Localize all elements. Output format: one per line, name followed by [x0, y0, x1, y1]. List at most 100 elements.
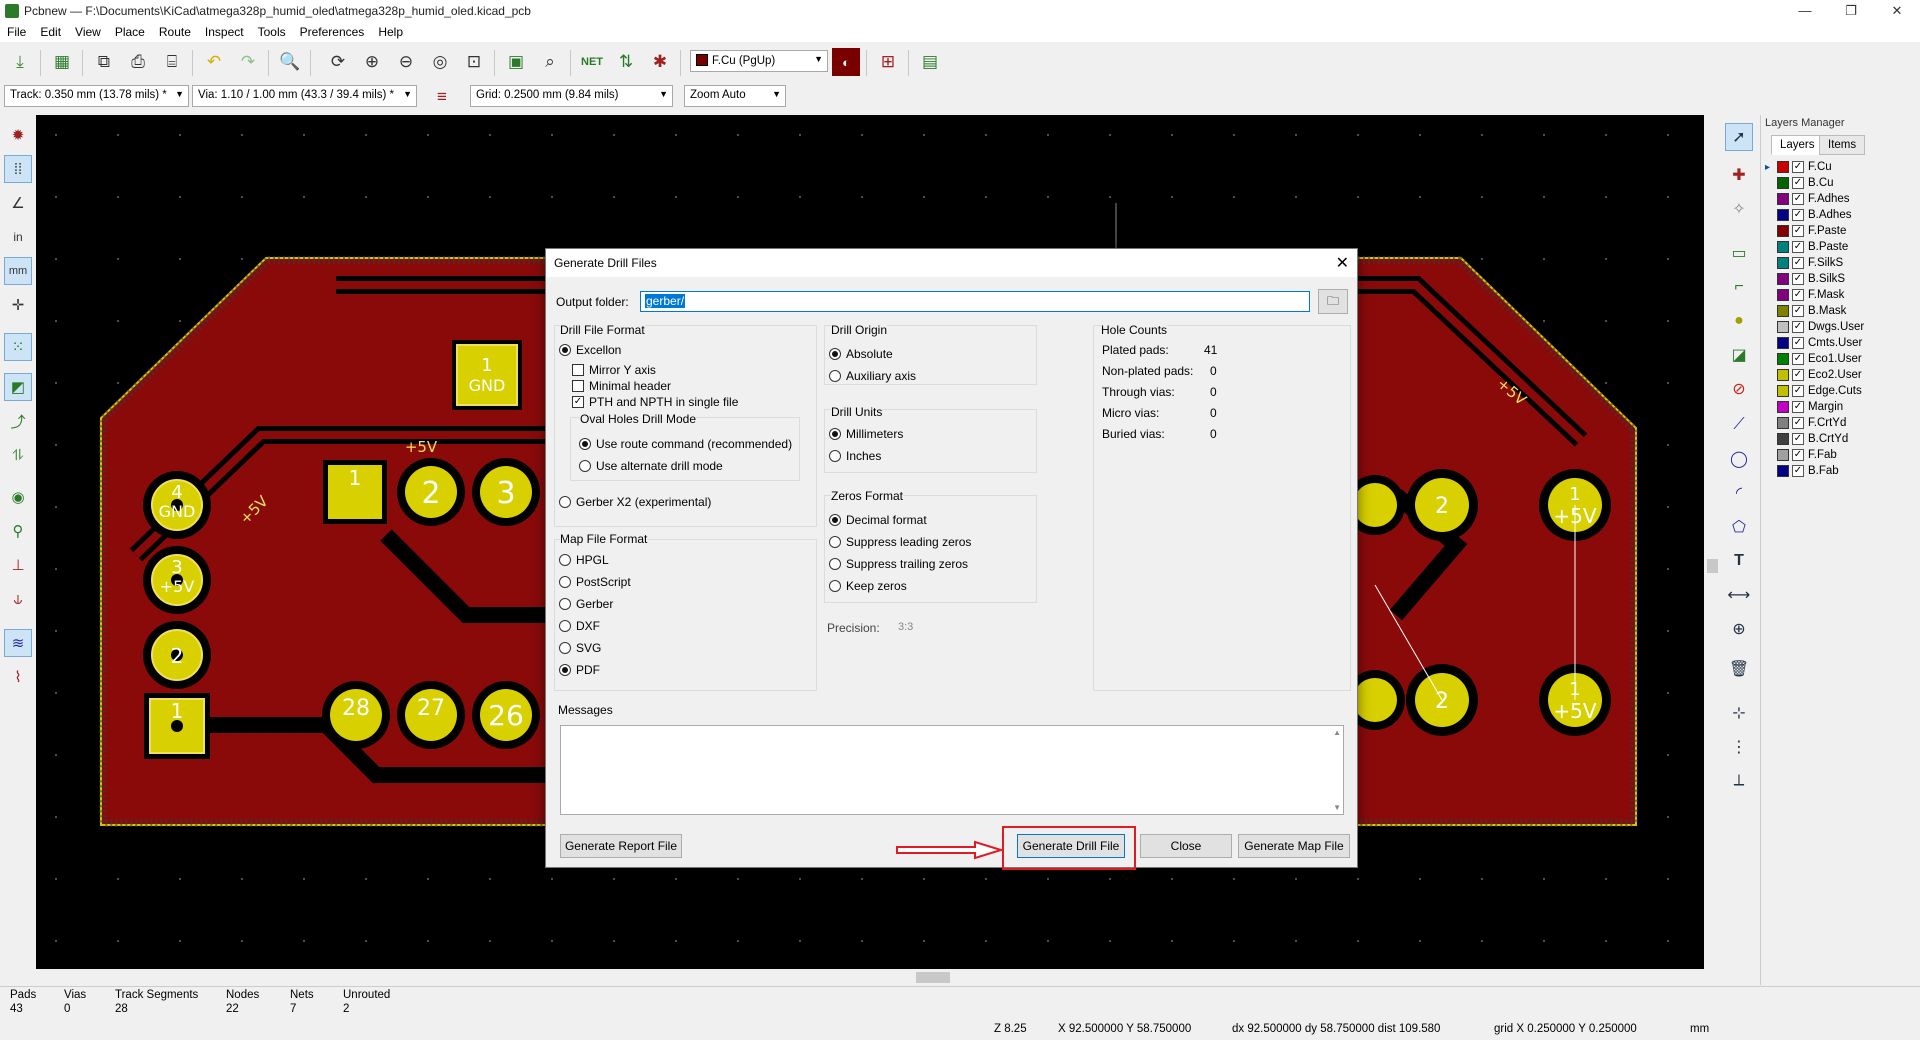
save-icon[interactable]: ⤓ [6, 48, 34, 76]
layer-visibility-checkbox[interactable]: ✓ [1792, 257, 1804, 269]
grid-icon[interactable]: ⁞⁞ [4, 155, 32, 183]
layer-visibility-checkbox[interactable]: ✓ [1792, 193, 1804, 205]
layer-row[interactable]: ✓ B.Adhes [1777, 207, 1851, 223]
layer-row[interactable]: ✓ F.Paste [1777, 223, 1846, 239]
grid-select[interactable]: Grid: 0.2500 mm (9.84 mils) ▼ [470, 85, 673, 107]
menu-place[interactable]: Place [108, 22, 152, 39]
add-arc-icon[interactable]: ◜ [1725, 479, 1753, 507]
layer-visibility-checkbox[interactable]: ✓ [1792, 353, 1804, 365]
drill-origin-icon[interactable]: ⊹ [1725, 699, 1753, 727]
layer-visibility-checkbox[interactable]: ✓ [1792, 161, 1804, 173]
microwave-icon[interactable]: ⊥ [4, 551, 32, 579]
layer-visibility-checkbox[interactable]: ✓ [1792, 385, 1804, 397]
via-size-select[interactable]: Via: 1.10 / 1.00 mm (43.3 / 39.4 mils) *… [192, 85, 417, 107]
layer-color-swatch[interactable] [1777, 321, 1789, 333]
layer-row[interactable]: ✓ B.Mask [1777, 303, 1846, 319]
dialog-close-icon[interactable]: ✕ [1336, 253, 1349, 273]
gerber-x2-radio[interactable]: Gerber X2 (experimental) [559, 495, 711, 509]
minimize-button[interactable]: — [1782, 0, 1828, 22]
route-command-radio[interactable]: Use route command (recommended) [579, 437, 792, 451]
menu-route[interactable]: Route [152, 22, 198, 39]
scripting-console-icon[interactable]: ▤ [916, 48, 944, 76]
menu-file[interactable]: File [0, 22, 33, 39]
maximize-button[interactable]: ❐ [1828, 0, 1874, 22]
refresh-icon[interactable]: ⟳ [324, 48, 352, 76]
scroll-up-icon[interactable]: ▲ [1333, 728, 1341, 737]
layer-row[interactable]: ▸ ✓ F.Cu [1765, 159, 1832, 175]
via-sketch-icon[interactable]: ◉ [4, 483, 32, 511]
ratsnest-icon[interactable]: ⁙ [4, 333, 32, 361]
layer-color-swatch[interactable] [1777, 193, 1789, 205]
menu-help[interactable]: Help [371, 22, 410, 39]
generate-map-button[interactable]: Generate Map File [1238, 834, 1350, 858]
track-outline-icon[interactable]: ⥮ [4, 441, 32, 469]
layer-color-swatch[interactable] [1777, 225, 1789, 237]
layer-row[interactable]: ✓ F.Fab [1777, 447, 1837, 463]
track-width-select[interactable]: Track: 0.350 mm (13.78 mils) * ▼ [4, 85, 189, 107]
add-dimension-icon[interactable]: ⟷ [1725, 581, 1753, 609]
layer-row[interactable]: ✓ F.Adhes [1777, 191, 1850, 207]
layer-color-swatch[interactable] [1777, 273, 1789, 285]
horizontal-scrollbar[interactable] [36, 969, 1721, 986]
layer-select[interactable]: F.Cu (PgUp) ▼ [690, 50, 828, 72]
menu-edit[interactable]: Edit [33, 22, 68, 39]
layer-row[interactable]: ✓ B.Cu [1777, 175, 1834, 191]
layer-visibility-checkbox[interactable]: ✓ [1792, 273, 1804, 285]
layer-row[interactable]: ✓ Dwgs.User [1777, 319, 1864, 335]
layer-visibility-checkbox[interactable]: ✓ [1792, 417, 1804, 429]
drc-marker-icon[interactable]: ✹ [4, 121, 32, 149]
footprint-editor-icon[interactable]: ▣ [502, 48, 530, 76]
layers-icon[interactable]: ≋ [4, 629, 32, 657]
layer-visibility-checkbox[interactable]: ✓ [1792, 433, 1804, 445]
layer-visibility-checkbox[interactable]: ✓ [1792, 225, 1804, 237]
mirror-y-checkbox[interactable]: Mirror Y axis [572, 363, 656, 377]
layer-visibility-checkbox[interactable]: ✓ [1792, 209, 1804, 221]
zeros-decimal-radio[interactable]: Decimal format [829, 513, 927, 527]
layer-color-swatch[interactable] [1777, 353, 1789, 365]
layer-color-swatch[interactable] [1777, 433, 1789, 445]
zone-fill-icon[interactable]: ◩ [4, 373, 32, 401]
layer-visibility-checkbox[interactable]: ✓ [1792, 241, 1804, 253]
excellon-radio[interactable]: Excellon [559, 343, 621, 357]
map-gerber-radio[interactable]: Gerber [559, 597, 613, 611]
measure-icon[interactable]: ⟂ [1725, 767, 1753, 795]
layer-visibility-checkbox[interactable]: ✓ [1792, 177, 1804, 189]
layer-row[interactable]: ✓ F.Mask [1777, 287, 1844, 303]
select-arrow-icon[interactable]: ➚ [1725, 123, 1753, 151]
layer-row[interactable]: ✓ F.SilkS [1777, 255, 1843, 271]
generate-report-button[interactable]: Generate Report File [560, 834, 682, 858]
add-keepout-icon[interactable]: ⊘ [1725, 375, 1753, 403]
layer-color-swatch[interactable] [1777, 417, 1789, 429]
zoom-out-icon[interactable]: ⊖ [392, 48, 420, 76]
map-svg-radio[interactable]: SVG [559, 641, 601, 655]
add-circle-icon[interactable]: ◯ [1725, 445, 1753, 473]
menu-view[interactable]: View [68, 22, 108, 39]
footprint-viewer-icon[interactable]: ⌕ [536, 48, 564, 76]
vertical-scrollbar[interactable] [1704, 115, 1721, 969]
page-settings-icon[interactable]: ⧉ [90, 48, 118, 76]
netlist-icon[interactable]: NET [578, 48, 606, 76]
polar-coords-icon[interactable]: ∠ [4, 189, 32, 217]
tab-items[interactable]: Items [1819, 135, 1866, 155]
zoom-selection-icon[interactable]: ⊡ [460, 48, 488, 76]
drc-bug-icon[interactable]: ✱ [646, 48, 674, 76]
tab-layers[interactable]: Layers [1771, 135, 1824, 155]
add-text-icon[interactable]: T [1725, 547, 1753, 575]
add-polygon-icon[interactable]: ⬠ [1725, 513, 1753, 541]
layer-color-swatch[interactable] [1777, 257, 1789, 269]
units-inch-radio[interactable]: Inches [829, 449, 881, 463]
pth-npth-checkbox[interactable]: ✓ PTH and NPTH in single file [572, 395, 738, 409]
layer-row[interactable]: ✓ Margin [1777, 399, 1843, 415]
undo-icon[interactable]: ↶ [200, 48, 228, 76]
layer-color-swatch[interactable] [1777, 449, 1789, 461]
layer-color-swatch[interactable] [1777, 241, 1789, 253]
browse-folder-button[interactable]: 🗀 [1318, 289, 1348, 314]
add-footprint-icon[interactable]: ▭ [1725, 239, 1753, 267]
add-via-icon[interactable]: ● [1725, 307, 1753, 335]
layer-row[interactable]: ✓ Eco1.User [1777, 351, 1862, 367]
layer-visibility-checkbox[interactable]: ✓ [1792, 305, 1804, 317]
layer-pair-icon[interactable]: ◐ [832, 48, 860, 76]
layer-row[interactable]: ✓ B.CrtYd [1777, 431, 1848, 447]
layer-row[interactable]: ✓ F.CrtYd [1777, 415, 1846, 431]
alternate-drill-radio[interactable]: Use alternate drill mode [579, 459, 723, 473]
